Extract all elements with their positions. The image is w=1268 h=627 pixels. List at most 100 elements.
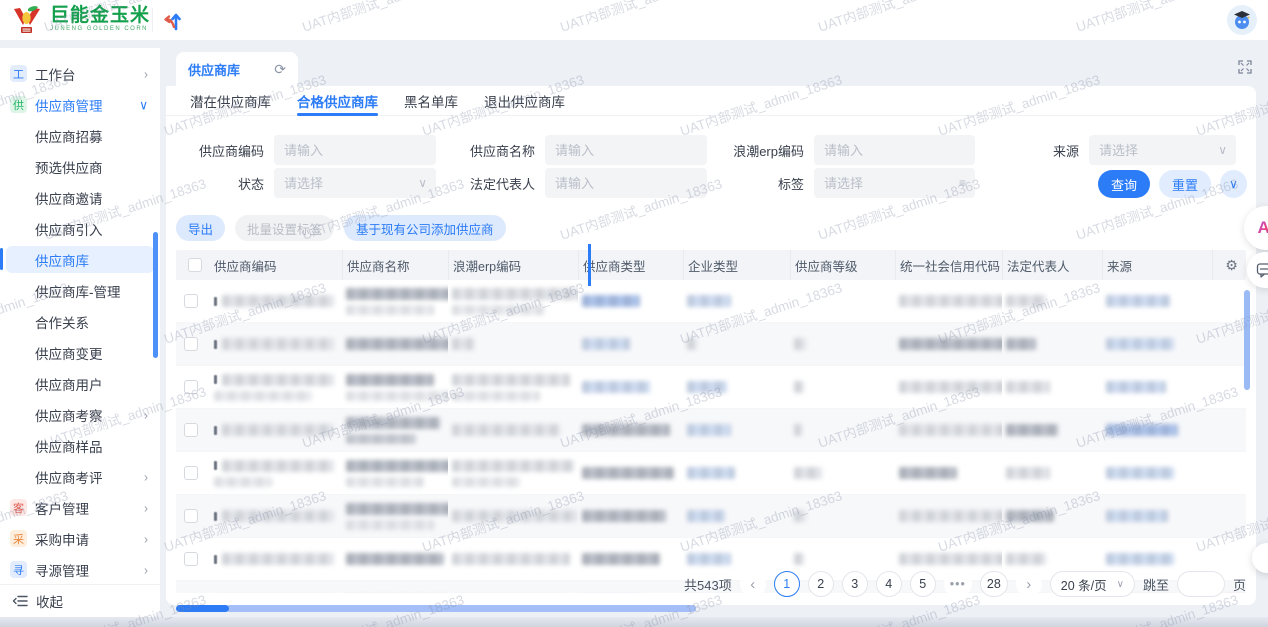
header-checkbox-cell: [176, 250, 210, 280]
sidebar-item-supplier-recruit[interactable]: 供应商招募: [0, 120, 160, 151]
table-row[interactable]: [176, 452, 1246, 495]
export-button[interactable]: 导出: [176, 215, 226, 241]
sidebar-item-supplier-samples[interactable]: 供应商样品: [0, 430, 160, 461]
col-source[interactable]: 来源: [1102, 250, 1212, 280]
table-header-row: 供应商编码 供应商名称 浪潮erp编码 供应商类型 企业类型 供应商等级 统一社…: [176, 250, 1246, 280]
redacted-cell: [1102, 323, 1212, 365]
col-legal-rep[interactable]: 法定代表人: [1002, 250, 1102, 280]
sidebar-item-workbench[interactable]: 工 工作台 ›: [0, 58, 160, 89]
col-supplier-name[interactable]: 供应商名称: [342, 250, 448, 280]
gear-icon[interactable]: ⚙: [1225, 257, 1238, 274]
status-select-input[interactable]: [274, 168, 436, 198]
page-size-select[interactable]: 20 条/页 ∨: [1049, 571, 1135, 597]
supplier-name-field[interactable]: [545, 135, 707, 165]
subtab-potential[interactable]: 潜在供应商库: [190, 86, 271, 116]
tags-select[interactable]: ≡: [814, 168, 975, 198]
row-checkbox[interactable]: [184, 337, 198, 351]
refresh-icon[interactable]: ⟳: [274, 61, 286, 78]
jump-page-input[interactable]: [1176, 571, 1225, 597]
table-row[interactable]: [176, 366, 1246, 409]
page-button-5[interactable]: 5: [909, 571, 936, 597]
search-button[interactable]: 查询: [1097, 170, 1150, 198]
sidebar-item-customer-mgmt[interactable]: 客 客户管理 ›: [0, 492, 160, 523]
assistant-mascot-button[interactable]: [1227, 5, 1257, 35]
subtab-blacklist[interactable]: 黑名单库: [404, 86, 458, 116]
select-all-checkbox[interactable]: [188, 258, 202, 272]
redacted-cell: [1212, 280, 1246, 322]
supplier-code-field[interactable]: [274, 135, 436, 165]
legal-rep-field[interactable]: [545, 168, 707, 198]
page-tabbar: 供应商库 ⟳: [166, 48, 1268, 86]
prev-page-button[interactable]: ‹: [739, 571, 766, 597]
page-button-3[interactable]: 3: [841, 571, 868, 597]
tags-select-input[interactable]: [814, 168, 975, 198]
supplier-name-input[interactable]: [545, 135, 707, 165]
status-select[interactable]: ∨: [274, 168, 436, 198]
page-button-2[interactable]: 2: [807, 571, 834, 597]
fullscreen-icon[interactable]: [1238, 60, 1252, 74]
supplier-code-input[interactable]: [274, 135, 436, 165]
sidebar-item-supplier-invite[interactable]: 供应商邀请: [0, 182, 160, 213]
ai-logo-icon: AI: [1258, 218, 1268, 238]
sidebar-item-supplier-library[interactable]: 供应商库: [0, 244, 160, 275]
sidebar-item-supplier-review[interactable]: 供应商考评 ›: [0, 461, 160, 492]
subtab-qualified[interactable]: 合格供应商库: [297, 86, 378, 116]
sidebar-scrollbar[interactable]: [153, 232, 158, 358]
sidebar-item-sourcing-mgmt[interactable]: 寻 寻源管理 ›: [0, 554, 160, 578]
reset-button[interactable]: 重置: [1158, 170, 1211, 198]
page-button-1[interactable]: 1: [773, 571, 800, 597]
row-checkbox[interactable]: [184, 423, 198, 437]
sidebar-item-supplier-mgmt[interactable]: 供 供应商管理 ∨: [0, 89, 160, 120]
source-select-input[interactable]: [1089, 135, 1236, 165]
erp-code-field[interactable]: [814, 135, 975, 165]
table-vertical-scrollbar[interactable]: [1244, 290, 1250, 390]
sidebar-item-purchase-request[interactable]: 采 采购申请 ›: [0, 523, 160, 554]
sidebar-item-supplier-inspect[interactable]: 供应商考察 ›: [0, 399, 160, 430]
next-page-button[interactable]: ›: [1015, 571, 1042, 597]
table-horizontal-scrollbar-thumb[interactable]: [176, 605, 229, 612]
pagination-ellipsis[interactable]: •••: [943, 571, 972, 597]
sidebar-item-preselect-supplier[interactable]: 预选供应商: [0, 151, 160, 182]
col-uscc[interactable]: 统一社会信用代码: [895, 250, 1002, 280]
sidebar-collapse-button[interactable]: 收起: [0, 584, 160, 617]
chevron-right-icon: ›: [144, 65, 148, 82]
sourcing-mgmt-icon: 寻: [10, 561, 27, 578]
sidebar-item-supplier-intro[interactable]: 供应商引入: [0, 213, 160, 244]
source-select[interactable]: ∨: [1089, 135, 1236, 165]
row-checkbox[interactable]: [184, 552, 198, 566]
row-checkbox[interactable]: [184, 509, 198, 523]
row-checkbox[interactable]: [184, 466, 198, 480]
table-row[interactable]: [176, 409, 1246, 452]
redacted-cell: [448, 409, 578, 451]
filter-label-status: 状态: [237, 176, 264, 192]
table-horizontal-scrollbar-track[interactable]: [226, 605, 696, 612]
table-row[interactable]: [176, 495, 1246, 538]
chevron-right-icon: ›: [144, 499, 148, 516]
col-supplier-grade[interactable]: 供应商等级: [790, 250, 895, 280]
chevron-down-icon: ∨: [1229, 177, 1238, 191]
page-button-28[interactable]: 28: [979, 571, 1008, 597]
row-checkbox[interactable]: [184, 294, 198, 308]
table-row[interactable]: [176, 323, 1246, 366]
redacted-cell: [1102, 280, 1212, 322]
erp-code-input[interactable]: [814, 135, 975, 165]
col-enterprise-type[interactable]: 企业类型: [683, 250, 790, 280]
col-erp-code[interactable]: 浪潮erp编码: [448, 250, 578, 280]
table-row[interactable]: [176, 280, 1246, 323]
sidebar-item-cooperation[interactable]: 合作关系: [0, 306, 160, 337]
row-checkbox[interactable]: [184, 380, 198, 394]
expand-filters-button[interactable]: ∨: [1220, 170, 1247, 198]
redacted-cell: [210, 323, 342, 365]
sidebar-item-supplier-change[interactable]: 供应商变更: [0, 337, 160, 368]
legal-rep-input[interactable]: [545, 168, 707, 198]
subtab-exited[interactable]: 退出供应商库: [484, 86, 565, 116]
library-subtabs: 潜在供应商库 合格供应商库 黑名单库 退出供应商库: [166, 86, 1256, 116]
tab-supplier-library[interactable]: 供应商库 ⟳: [176, 52, 298, 86]
col-supplier-code[interactable]: 供应商编码: [210, 250, 342, 280]
page-button-4[interactable]: 4: [875, 571, 902, 597]
nav-arrows-icon[interactable]: [160, 8, 186, 34]
sidebar-item-supplier-users[interactable]: 供应商用户: [0, 368, 160, 399]
sidebar-item-supplier-library-mgmt[interactable]: 供应商库-管理: [0, 275, 160, 306]
col-supplier-type[interactable]: 供应商类型: [578, 250, 683, 280]
add-from-company-button[interactable]: 基于现有公司添加供应商: [344, 215, 506, 241]
